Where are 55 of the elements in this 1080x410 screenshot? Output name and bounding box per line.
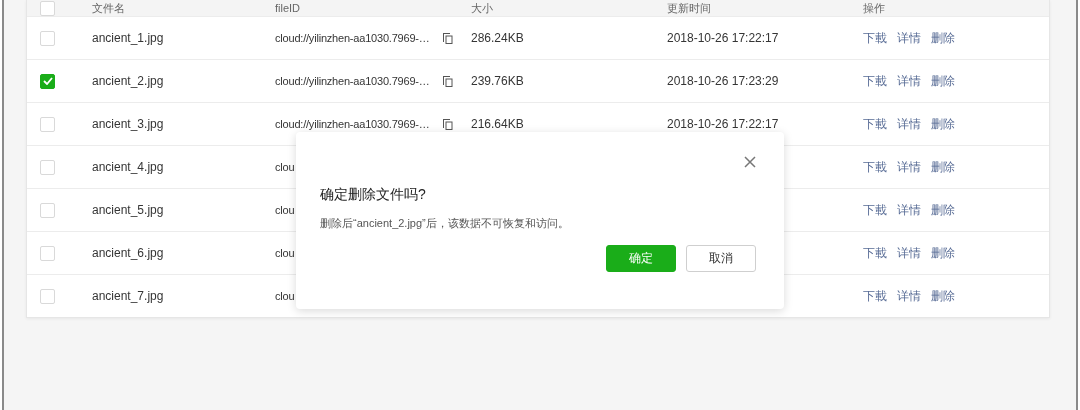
action-link[interactable]: 删除 (931, 29, 955, 47)
action-link[interactable]: 下載 (863, 287, 887, 305)
action-link[interactable]: 下載 (863, 72, 887, 90)
action-link[interactable]: 下載 (863, 115, 887, 133)
copy-icon[interactable] (443, 32, 453, 44)
update-time: 2018-10-26 17:22:17 (667, 117, 780, 131)
file-id: clou (275, 204, 295, 216)
file-name: ancient_2.jpg (92, 74, 165, 88)
file-name: ancient_1.jpg (92, 31, 165, 45)
column-header: 文件名 (92, 1, 126, 16)
action-link[interactable]: 下載 (863, 244, 887, 262)
column-header: 大小 (471, 1, 494, 16)
copy-icon[interactable] (443, 75, 453, 87)
action-link[interactable]: 删除 (931, 244, 955, 262)
action-link[interactable]: 详情 (897, 244, 921, 262)
file-size: 286.24KB (471, 31, 525, 45)
confirm-button[interactable]: 确定 (606, 245, 676, 272)
action-link[interactable]: 删除 (931, 287, 955, 305)
file-id: cloud://yilinzhen-aa1030.7969-… (275, 118, 430, 130)
file-id: cloud://yilinzhen-aa1030.7969-… (275, 75, 430, 87)
file-id: clou (275, 247, 295, 259)
column-header: 更新时间 (667, 1, 712, 16)
file-size: 239.76KB (471, 74, 525, 88)
file-name: ancient_4.jpg (92, 160, 165, 174)
file-name: ancient_3.jpg (92, 117, 165, 131)
action-link[interactable]: 下載 (863, 29, 887, 47)
dialog-title: 确定删除文件吗? (320, 186, 427, 204)
update-time: 2018-10-26 17:23:29 (667, 74, 780, 88)
update-time: 2018-10-26 17:22:17 (667, 31, 780, 45)
action-link[interactable]: 详情 (897, 72, 921, 90)
action-link[interactable]: 删除 (931, 115, 955, 133)
column-header: fileID (275, 1, 302, 16)
file-size: 216.64KB (471, 117, 525, 131)
action-link[interactable]: 下載 (863, 201, 887, 219)
action-link[interactable]: 下載 (863, 158, 887, 176)
close-icon[interactable] (744, 156, 756, 168)
file-name: ancient_6.jpg (92, 246, 165, 260)
action-link[interactable]: 详情 (897, 201, 921, 219)
file-name: ancient_5.jpg (92, 203, 165, 217)
checkbox[interactable] (40, 73, 55, 89)
file-id: clou (275, 290, 295, 302)
action-link[interactable]: 详情 (897, 287, 921, 305)
action-link[interactable]: 删除 (931, 158, 955, 176)
copy-icon[interactable] (443, 118, 453, 130)
file-name: ancient_7.jpg (92, 289, 165, 303)
action-link[interactable]: 详情 (897, 158, 921, 176)
column-header: 操作 (863, 1, 886, 16)
action-link[interactable]: 详情 (897, 29, 921, 47)
file-id: cloud://yilinzhen-aa1030.7969-… (275, 32, 430, 44)
file-id: clou (275, 161, 295, 173)
cancel-button[interactable]: 取消 (686, 245, 756, 272)
action-link[interactable]: 删除 (931, 72, 955, 90)
action-link[interactable]: 详情 (897, 115, 921, 133)
action-link[interactable]: 删除 (931, 201, 955, 219)
dialog-message: 删除后“ancient_2.jpg”后，该数据不可恢复和访问。 (320, 216, 570, 231)
